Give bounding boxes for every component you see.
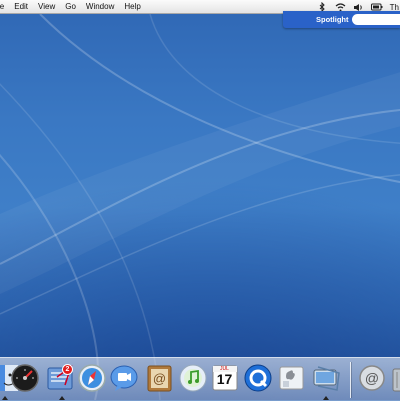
system-preferences-running-indicator xyxy=(323,396,329,400)
desktop-wallpaper xyxy=(0,14,400,400)
quicktime-icon[interactable] xyxy=(243,363,273,393)
mail-running-indicator xyxy=(59,396,65,400)
svg-text:@: @ xyxy=(365,370,379,386)
ichat-icon[interactable] xyxy=(109,363,139,393)
menu-help[interactable]: Help xyxy=(119,0,145,14)
spotlight-panel: Spotlight xyxy=(283,11,400,28)
menu-edit[interactable]: Edit xyxy=(9,0,33,14)
dock-separator xyxy=(350,362,351,398)
itunes-icon[interactable] xyxy=(178,363,208,393)
menu-file[interactable]: le xyxy=(0,0,9,14)
menu-view[interactable]: View xyxy=(33,0,60,14)
menu-go[interactable]: Go xyxy=(60,0,81,14)
finder-running-indicator xyxy=(2,396,8,400)
trash-icon[interactable] xyxy=(390,363,400,393)
spotlight-label: Spotlight xyxy=(316,15,349,24)
safari-icon[interactable] xyxy=(77,363,107,393)
system-preferences-icon[interactable] xyxy=(311,363,341,393)
dashboard-icon[interactable] xyxy=(10,363,40,393)
address-book-icon[interactable]: @ xyxy=(144,363,174,393)
svg-text:@: @ xyxy=(153,371,166,386)
calendar-day: 17 xyxy=(216,371,233,387)
mail-folder-icon[interactable]: @ xyxy=(357,363,387,393)
mail-unread-badge: 2 xyxy=(62,364,73,375)
menu-window[interactable]: Window xyxy=(81,0,119,14)
preview-icon[interactable] xyxy=(276,363,306,393)
spotlight-search-field[interactable] xyxy=(352,14,400,25)
